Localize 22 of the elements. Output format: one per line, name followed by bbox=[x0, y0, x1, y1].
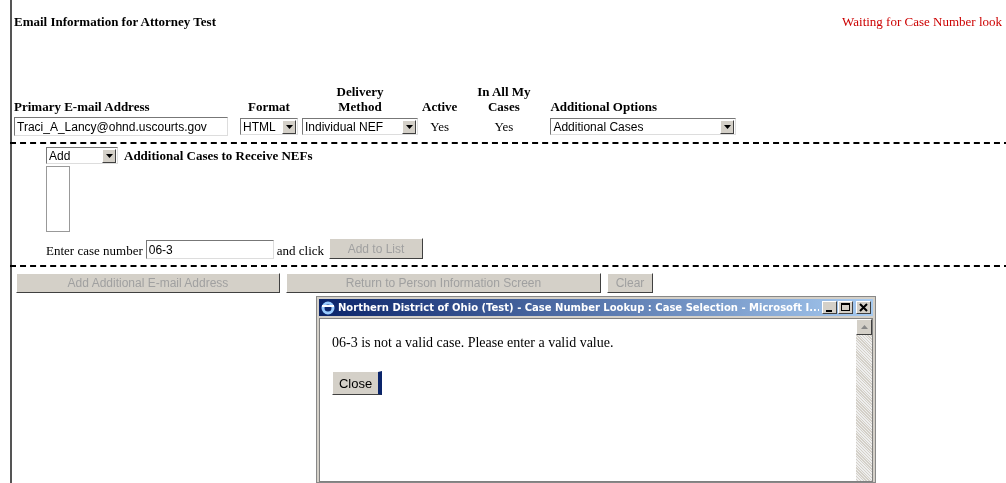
instruction-text: and click bbox=[276, 243, 325, 259]
error-message: 06-3 is not a valid case. Please enter a valid value. bbox=[332, 335, 615, 351]
status-message: Waiting for Case Number look bbox=[842, 14, 1002, 30]
column-header: Delivery Method bbox=[335, 84, 385, 114]
delivery-method-dropdown[interactable]: Individual NEF bbox=[302, 118, 418, 136]
column-header: In All My Cases bbox=[476, 84, 532, 114]
column-header: Additional Options bbox=[550, 99, 657, 114]
active-value: Yes bbox=[430, 118, 450, 134]
format-dropdown[interactable]: HTML bbox=[240, 118, 298, 136]
close-button[interactable]: Close bbox=[332, 371, 382, 395]
column-header: Active bbox=[422, 99, 458, 114]
case-number-label: Enter case number bbox=[46, 243, 143, 259]
page-title: Email Information for Attorney Test bbox=[14, 14, 216, 30]
column-header: Format bbox=[248, 99, 290, 114]
action-dropdown[interactable]: Add bbox=[46, 147, 118, 164]
case-number-field[interactable]: 06-3 bbox=[145, 240, 274, 259]
in-all-cases-value: Yes bbox=[494, 118, 514, 134]
column-header: Primary E-mail Address bbox=[14, 99, 150, 114]
email-field[interactable]: Traci_A_Lancy@ohnd.uscourts.gov bbox=[14, 117, 228, 136]
window-title: Northern District of Ohio (Test) - Case Number Lookup : Case Selection - Microsoft I... bbox=[338, 302, 819, 313]
section-heading: Additional Cases to Receive NEFs bbox=[124, 147, 313, 164]
additional-options-dropdown[interactable]: Additional Cases bbox=[550, 118, 737, 136]
